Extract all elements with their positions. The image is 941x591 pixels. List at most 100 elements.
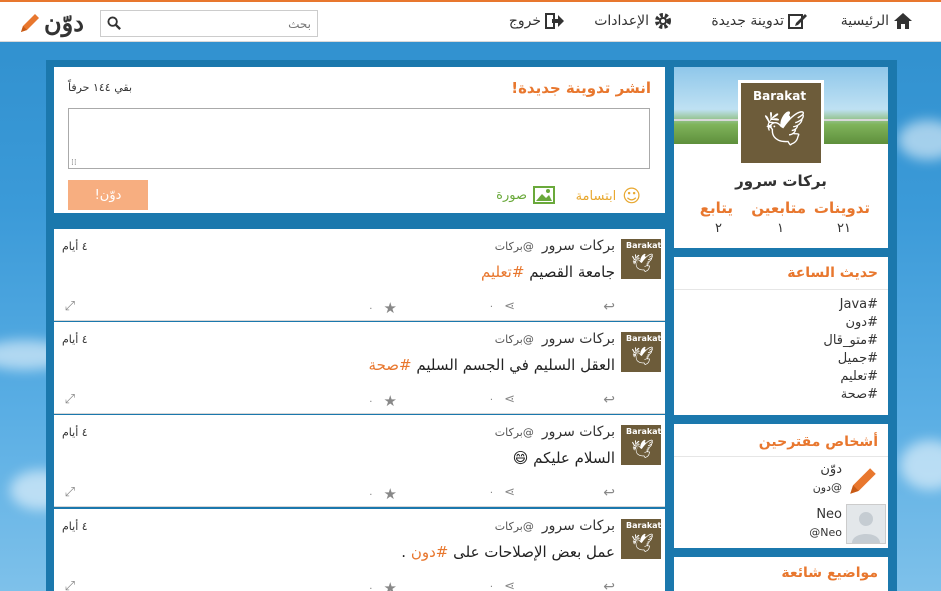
cloud-decoration [900, 440, 941, 490]
trending-tag[interactable]: #دون [845, 315, 878, 330]
sign-out-icon [545, 13, 564, 29]
repost-action[interactable]: ٠ ⋖ [489, 299, 515, 314]
post-item: Barakat 🕊 بركات سرور @بركات ٤ أيام السلام … [54, 415, 665, 507]
compose-title: انشر تدوينة جديدة! [511, 79, 651, 97]
repost-action[interactable]: ٠ ⋖ [489, 579, 515, 591]
stat-following-label[interactable]: يتابع [700, 199, 733, 217]
nav-logout[interactable]: خروج [509, 12, 565, 30]
suggested-name[interactable]: Neo [816, 507, 842, 522]
nav-logout-label: خروج [508, 13, 541, 29]
star-icon: ★ [383, 579, 397, 591]
post-item: Barakat 🕊 بركات سرور @بركات ٤ أيام جامعة ا… [54, 229, 665, 321]
post-time: ٤ أيام [62, 333, 88, 346]
smile-icon: ☺ [622, 186, 641, 207]
expand-action[interactable]: ⤢ [65, 299, 75, 314]
nav-home-label: الرئيسية [840, 13, 889, 29]
expand-action[interactable]: ⤢ [65, 579, 75, 591]
share-icon: ⋖ [504, 392, 515, 407]
nav-settings[interactable]: الإعدادات [594, 12, 673, 30]
default-avatar-icon[interactable] [846, 504, 886, 544]
post-author-handle[interactable]: @بركات [495, 333, 534, 346]
expand-action[interactable]: ⤢ [65, 392, 75, 407]
like-action[interactable]: ٠ ★ [368, 579, 397, 591]
logo[interactable]: دوّن [18, 8, 84, 37]
trending-tag[interactable]: #تعليم [840, 369, 878, 384]
post-time: ٤ أيام [62, 426, 88, 439]
stat-posts-label[interactable]: تدوينات [814, 199, 870, 217]
search-input[interactable] [121, 11, 311, 36]
post-actions: ↩ ٠ ⋖ ٠ ★ ⤢ [60, 485, 615, 503]
resize-handle-icon[interactable]: ⁞⁞ [71, 158, 77, 168]
post-avatar[interactable]: Barakat 🕊 [621, 332, 661, 372]
home-icon [894, 13, 912, 29]
share-icon: ⋖ [504, 579, 515, 591]
suggested-name[interactable]: دوّن [820, 462, 842, 477]
stat-followers-label[interactable]: متابعين [751, 199, 806, 217]
search-icon[interactable] [107, 16, 122, 31]
post-hashtag[interactable]: #تعليم [481, 263, 524, 281]
like-action[interactable]: ٠ ★ [368, 392, 397, 410]
expand-icon: ⤢ [64, 392, 75, 407]
post-hashtag[interactable]: #صحة [369, 356, 412, 374]
suggested-handle[interactable]: Neo@ [809, 526, 842, 539]
trending-tag[interactable]: Java# [840, 297, 878, 312]
popular-topics-panel: مواضيع شائعة [674, 557, 888, 591]
nav-home[interactable]: الرئيسية [841, 12, 913, 30]
post-author-handle[interactable]: @بركات [495, 240, 534, 253]
star-icon: ★ [383, 485, 397, 503]
image-option[interactable]: صورة [496, 186, 555, 204]
post-avatar[interactable]: Barakat 🕊 [621, 425, 661, 465]
like-action[interactable]: ٠ ★ [368, 299, 397, 317]
search-box [100, 10, 318, 37]
profile-name[interactable]: بركات سرور [674, 172, 888, 190]
trending-tag[interactable]: #متو_قال [823, 333, 878, 348]
stat-following-value: ٢ [715, 221, 722, 236]
trending-tag[interactable]: #صحة [841, 387, 878, 402]
post-author-name[interactable]: بركات سرور [542, 331, 615, 347]
post-time: ٤ أيام [62, 520, 88, 533]
post-author-name[interactable]: بركات سرور [542, 238, 615, 254]
post-hashtag[interactable]: #دون [411, 543, 449, 561]
reply-action[interactable]: ↩ [603, 392, 615, 408]
post-author-name[interactable]: بركات سرور [542, 518, 615, 534]
nav-new-post[interactable]: تدوينة جديدة [711, 12, 808, 30]
post-avatar[interactable]: Barakat 🕊 [621, 239, 661, 279]
post-avatar[interactable]: Barakat 🕊 [621, 519, 661, 559]
divider [674, 456, 888, 457]
image-icon [533, 186, 555, 204]
share-icon: ⋖ [504, 299, 515, 314]
profile-avatar[interactable]: Barakat 🕊 [738, 80, 824, 166]
expand-action[interactable]: ⤢ [65, 485, 75, 500]
logo-text: دوّن [44, 8, 84, 37]
post-text: جامعة القصيم #تعليم [480, 263, 615, 281]
emoji-icon: 😄 [512, 449, 529, 467]
repost-action[interactable]: ٠ ⋖ [489, 392, 515, 407]
smile-label: ابتسامة [575, 189, 617, 204]
dove-icon: 🕊 [763, 109, 807, 149]
repost-action[interactable]: ٠ ⋖ [489, 485, 515, 500]
reply-icon: ↩ [603, 299, 615, 315]
pencil-icon [850, 468, 876, 494]
post-time: ٤ أيام [62, 240, 88, 253]
main-container: انشر تدوينة جديدة! بقي ١٤٤ حرفاً ⁞⁞ ☺ اب… [46, 60, 897, 591]
suggested-avatar[interactable] [846, 464, 880, 498]
suggested-people-panel: أشخاص مقترحين دوّن @دون Neo Neo@ [674, 424, 888, 548]
reply-action[interactable]: ↩ [603, 299, 615, 315]
reply-action[interactable]: ↩ [603, 485, 615, 501]
star-icon: ★ [383, 392, 397, 410]
smile-option[interactable]: ☺ ابتسامة [576, 186, 641, 207]
like-action[interactable]: ٠ ★ [368, 485, 397, 503]
compose-textarea[interactable]: ⁞⁞ [68, 108, 650, 169]
trending-tag[interactable]: #جميل [838, 351, 878, 366]
suggested-handle[interactable]: @دون [813, 481, 842, 494]
post-button[interactable]: دوّن! [68, 180, 148, 210]
top-navigation-bar: الرئيسية تدوينة جديدة الإعدادات خروج دوّ… [0, 0, 941, 42]
image-label: صورة [496, 187, 527, 203]
post-author-handle[interactable]: @بركات [495, 520, 534, 533]
profile-card: Barakat 🕊 بركات سرور تدوينات ٢١ متابعين … [674, 67, 888, 248]
reply-action[interactable]: ↩ [603, 579, 615, 591]
post-author-handle[interactable]: @بركات [495, 426, 534, 439]
post-author-name[interactable]: بركات سرور [542, 424, 615, 440]
reply-icon: ↩ [603, 485, 615, 501]
stat-posts-value: ٢١ [837, 221, 851, 236]
